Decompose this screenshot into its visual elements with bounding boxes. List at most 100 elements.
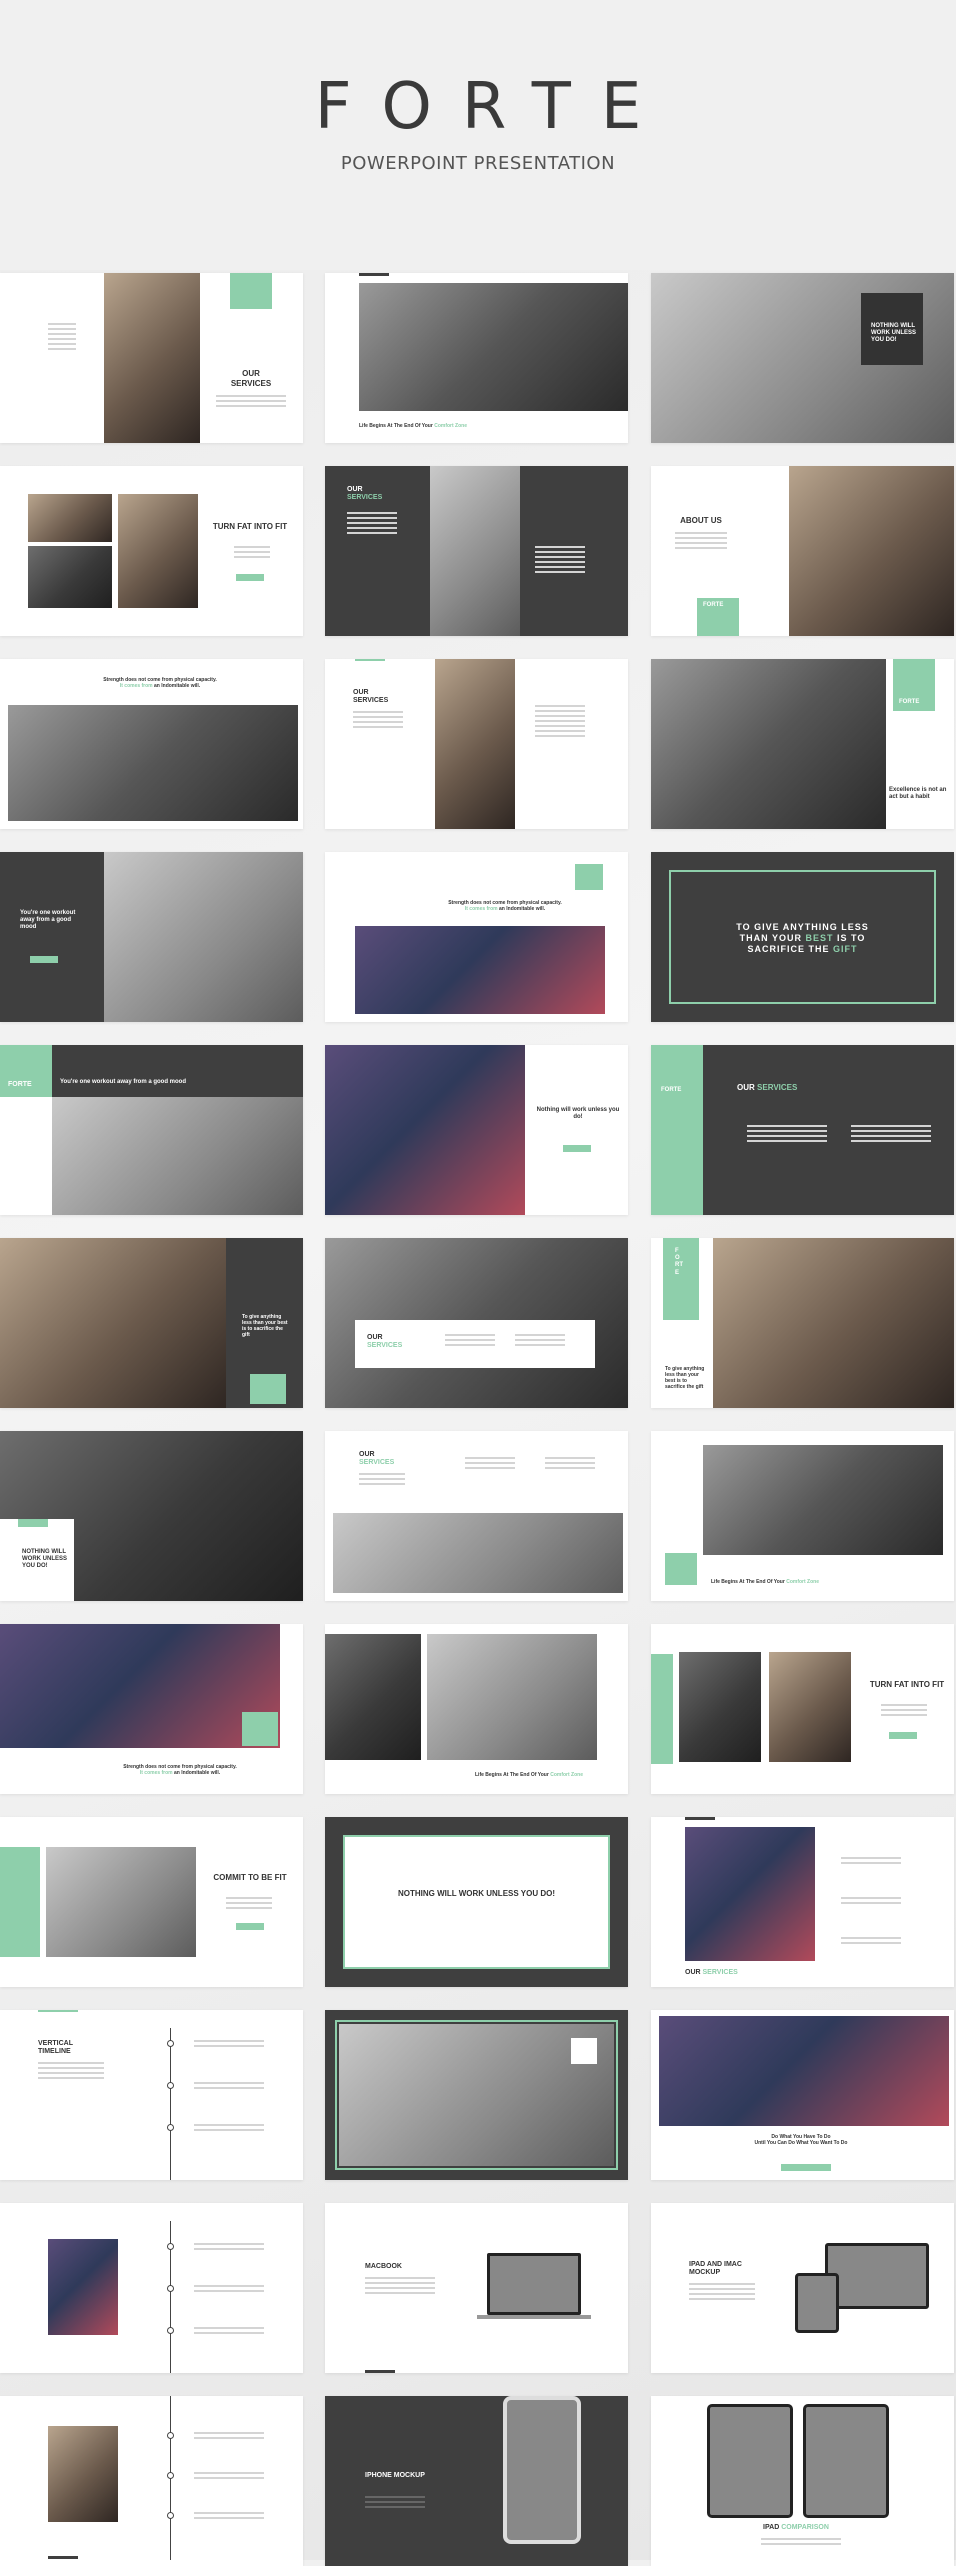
slide-thumbnail[interactable]: FORTE You're one workout away from a goo… xyxy=(0,1045,303,1215)
slide-thumbnail[interactable]: FORTE To give anything less than your be… xyxy=(651,1238,954,1408)
brand-label: FORTE xyxy=(899,699,920,705)
weightlifting-photo xyxy=(325,1045,525,1215)
slide-thumbnail[interactable]: TURN FAT INTO FIT xyxy=(0,466,303,636)
timeline-item xyxy=(194,2082,264,2092)
read-more-button[interactable] xyxy=(563,1145,591,1152)
feature-list xyxy=(535,705,585,740)
slide-thumbnail[interactable]: Life Begins At The End Of Your Comfort Z… xyxy=(325,273,628,443)
slide-thumbnail[interactable]: OUR SERVICES xyxy=(651,1817,954,1987)
brand-label: FORTE xyxy=(675,1248,683,1276)
timeline-dot xyxy=(167,2243,174,2250)
read-more-button[interactable] xyxy=(236,574,264,581)
slide-quote: NOTHING WILL WORK UNLESS YOU DO! xyxy=(397,1889,556,1898)
slide-thumbnail[interactable] xyxy=(0,2396,303,2566)
ipad-mockup xyxy=(707,2404,793,2518)
timeline-item xyxy=(194,2243,264,2253)
slide-title: OUR SERVICES xyxy=(367,1334,403,1350)
slide-thumbnail[interactable]: TURN FAT INTO FIT xyxy=(651,1624,954,1794)
slide-thumbnail[interactable]: OUR SERVICES xyxy=(325,1431,628,1601)
slide-thumbnail[interactable]: NOTHING WILL WORK UNLESS YOU DO! xyxy=(325,1817,628,1987)
slide-thumbnail[interactable]: NOTHING WILL WORK UNLESS YOU DO! xyxy=(651,273,954,443)
timeline-dot xyxy=(167,2432,174,2439)
slide-thumbnail[interactable]: COMMIT TO BE FIT xyxy=(0,1817,303,1987)
slide-thumbnail[interactable] xyxy=(325,2010,628,2180)
read-more-button[interactable] xyxy=(889,1732,917,1739)
accent-bar xyxy=(48,2556,78,2559)
read-more-button[interactable] xyxy=(30,956,58,963)
photo xyxy=(28,546,112,608)
timeline-item xyxy=(194,2512,264,2522)
slide-thumbnail[interactable]: MACBOOK xyxy=(325,2203,628,2373)
slide-thumbnail[interactable]: Life Begins At The End Of Your Comfort Z… xyxy=(651,1431,954,1601)
text-block xyxy=(226,1897,272,1912)
woman-photo xyxy=(52,1097,303,1215)
text-block xyxy=(38,2062,104,2082)
slide-thumbnail[interactable]: FORTE OUR SERVICES xyxy=(651,1045,954,1215)
accent-column xyxy=(0,1847,40,1957)
slide-thumbnail[interactable]: IPAD COMPARISON xyxy=(651,2396,954,2566)
slide-thumbnail[interactable]: Strength does not come from physical cap… xyxy=(0,1624,303,1794)
slide-quote: Nothing will work unless you do! xyxy=(536,1107,620,1121)
slide-thumbnail[interactable]: IPHONE MOCKUP xyxy=(325,2396,628,2566)
ipad-mockup xyxy=(795,2273,839,2333)
slide-title: IPHONE MOCKUP xyxy=(365,2472,425,2479)
slide-quote: You're one workout away from a good mood xyxy=(20,910,76,931)
accent-bar xyxy=(359,273,389,276)
woman-photo xyxy=(435,659,515,829)
timeline-item xyxy=(194,2432,264,2442)
accent-bar xyxy=(685,1817,715,1820)
slide-thumbnail[interactable]: NOTHING WILL WORK UNLESS YOU DO! xyxy=(0,1431,303,1601)
slide-thumbnail[interactable]: FORTE Excellence is not an act but a hab… xyxy=(651,659,954,829)
read-more-button[interactable] xyxy=(781,2164,831,2171)
timeline-item xyxy=(194,2040,264,2050)
timeline-dot xyxy=(167,2472,174,2479)
slide-thumbnail[interactable]: OUR SERVICES xyxy=(325,466,628,636)
slide-thumbnail[interactable]: You're one workout away from a good mood xyxy=(0,852,303,1022)
slide-thumbnail[interactable]: ABOUT US FORTE xyxy=(651,466,954,636)
brand-label: FORTE xyxy=(703,602,724,608)
photo xyxy=(430,466,520,636)
slide-caption: Life Begins At The End Of Your Comfort Z… xyxy=(711,1579,819,1585)
slide-thumbnail[interactable]: TO GIVE ANYTHING LESS THAN YOUR BEST IS … xyxy=(651,852,954,1022)
accent-block xyxy=(18,1519,48,1527)
text-block xyxy=(365,2496,425,2511)
read-more-button[interactable] xyxy=(236,1923,264,1930)
slide-thumbnail[interactable]: Strength does not come from physical cap… xyxy=(0,659,303,829)
gym-photo xyxy=(8,705,298,821)
slide-thumbnail[interactable]: VERTICAL TIMELINE xyxy=(0,2010,303,2180)
slide-thumbnail[interactable]: Life Begins At The End Of Your Comfort Z… xyxy=(325,1624,628,1794)
slide-quote: You're one workout away from a good mood xyxy=(60,1079,186,1085)
timeline-dot xyxy=(167,2124,174,2131)
feature-list xyxy=(515,1334,565,1349)
slide-thumbnail[interactable]: OUR SERVICES xyxy=(325,1238,628,1408)
slide-title: COMMIT TO BE FIT xyxy=(213,1873,287,1882)
slide-thumbnail[interactable] xyxy=(0,2203,303,2373)
slide-thumbnail[interactable]: IPAD AND IMAC MOCKUP xyxy=(651,2203,954,2373)
imac-mockup xyxy=(825,2243,929,2309)
hero-header: FORTE POWERPOINT PRESENTATION xyxy=(0,0,956,270)
slide-title: IPAD AND IMAC MOCKUP xyxy=(689,2261,742,2277)
text-block xyxy=(881,1704,927,1719)
slide-quote: Excellence is not an act but a habit xyxy=(889,787,947,801)
slide-thumbnail[interactable]: OUR SERVICES xyxy=(325,659,628,829)
timeline-dot xyxy=(167,2285,174,2292)
text-block xyxy=(216,395,286,410)
text-block xyxy=(675,532,727,552)
slide-thumbnail[interactable]: Strength does not come from physical cap… xyxy=(325,852,628,1022)
slide-thumbnail[interactable]: OUR SERVICES xyxy=(0,273,303,443)
slide-quote: TO GIVE ANYTHING LESS THAN YOUR BEST IS … xyxy=(736,922,869,954)
partner-photo xyxy=(427,1634,597,1760)
photo xyxy=(28,494,112,542)
woman-photo xyxy=(104,273,200,443)
feature-list xyxy=(851,1125,931,1145)
slide-title: IPAD COMPARISON xyxy=(763,2524,829,2531)
slide-title: OUR SERVICES xyxy=(737,1083,798,1092)
brand-label: FORTE xyxy=(8,1081,32,1088)
text-block xyxy=(365,2277,435,2297)
page-subtitle: POWERPOINT PRESENTATION xyxy=(340,153,616,174)
text-block xyxy=(359,1473,405,1488)
slide-thumbnail[interactable]: To give anything less than your best is … xyxy=(0,1238,303,1408)
page-title: FORTE xyxy=(314,70,672,144)
slide-thumbnail[interactable]: Do What You Have To Do Until You Can Do W… xyxy=(651,2010,954,2180)
slide-thumbnail[interactable]: Nothing will work unless you do! xyxy=(325,1045,628,1215)
